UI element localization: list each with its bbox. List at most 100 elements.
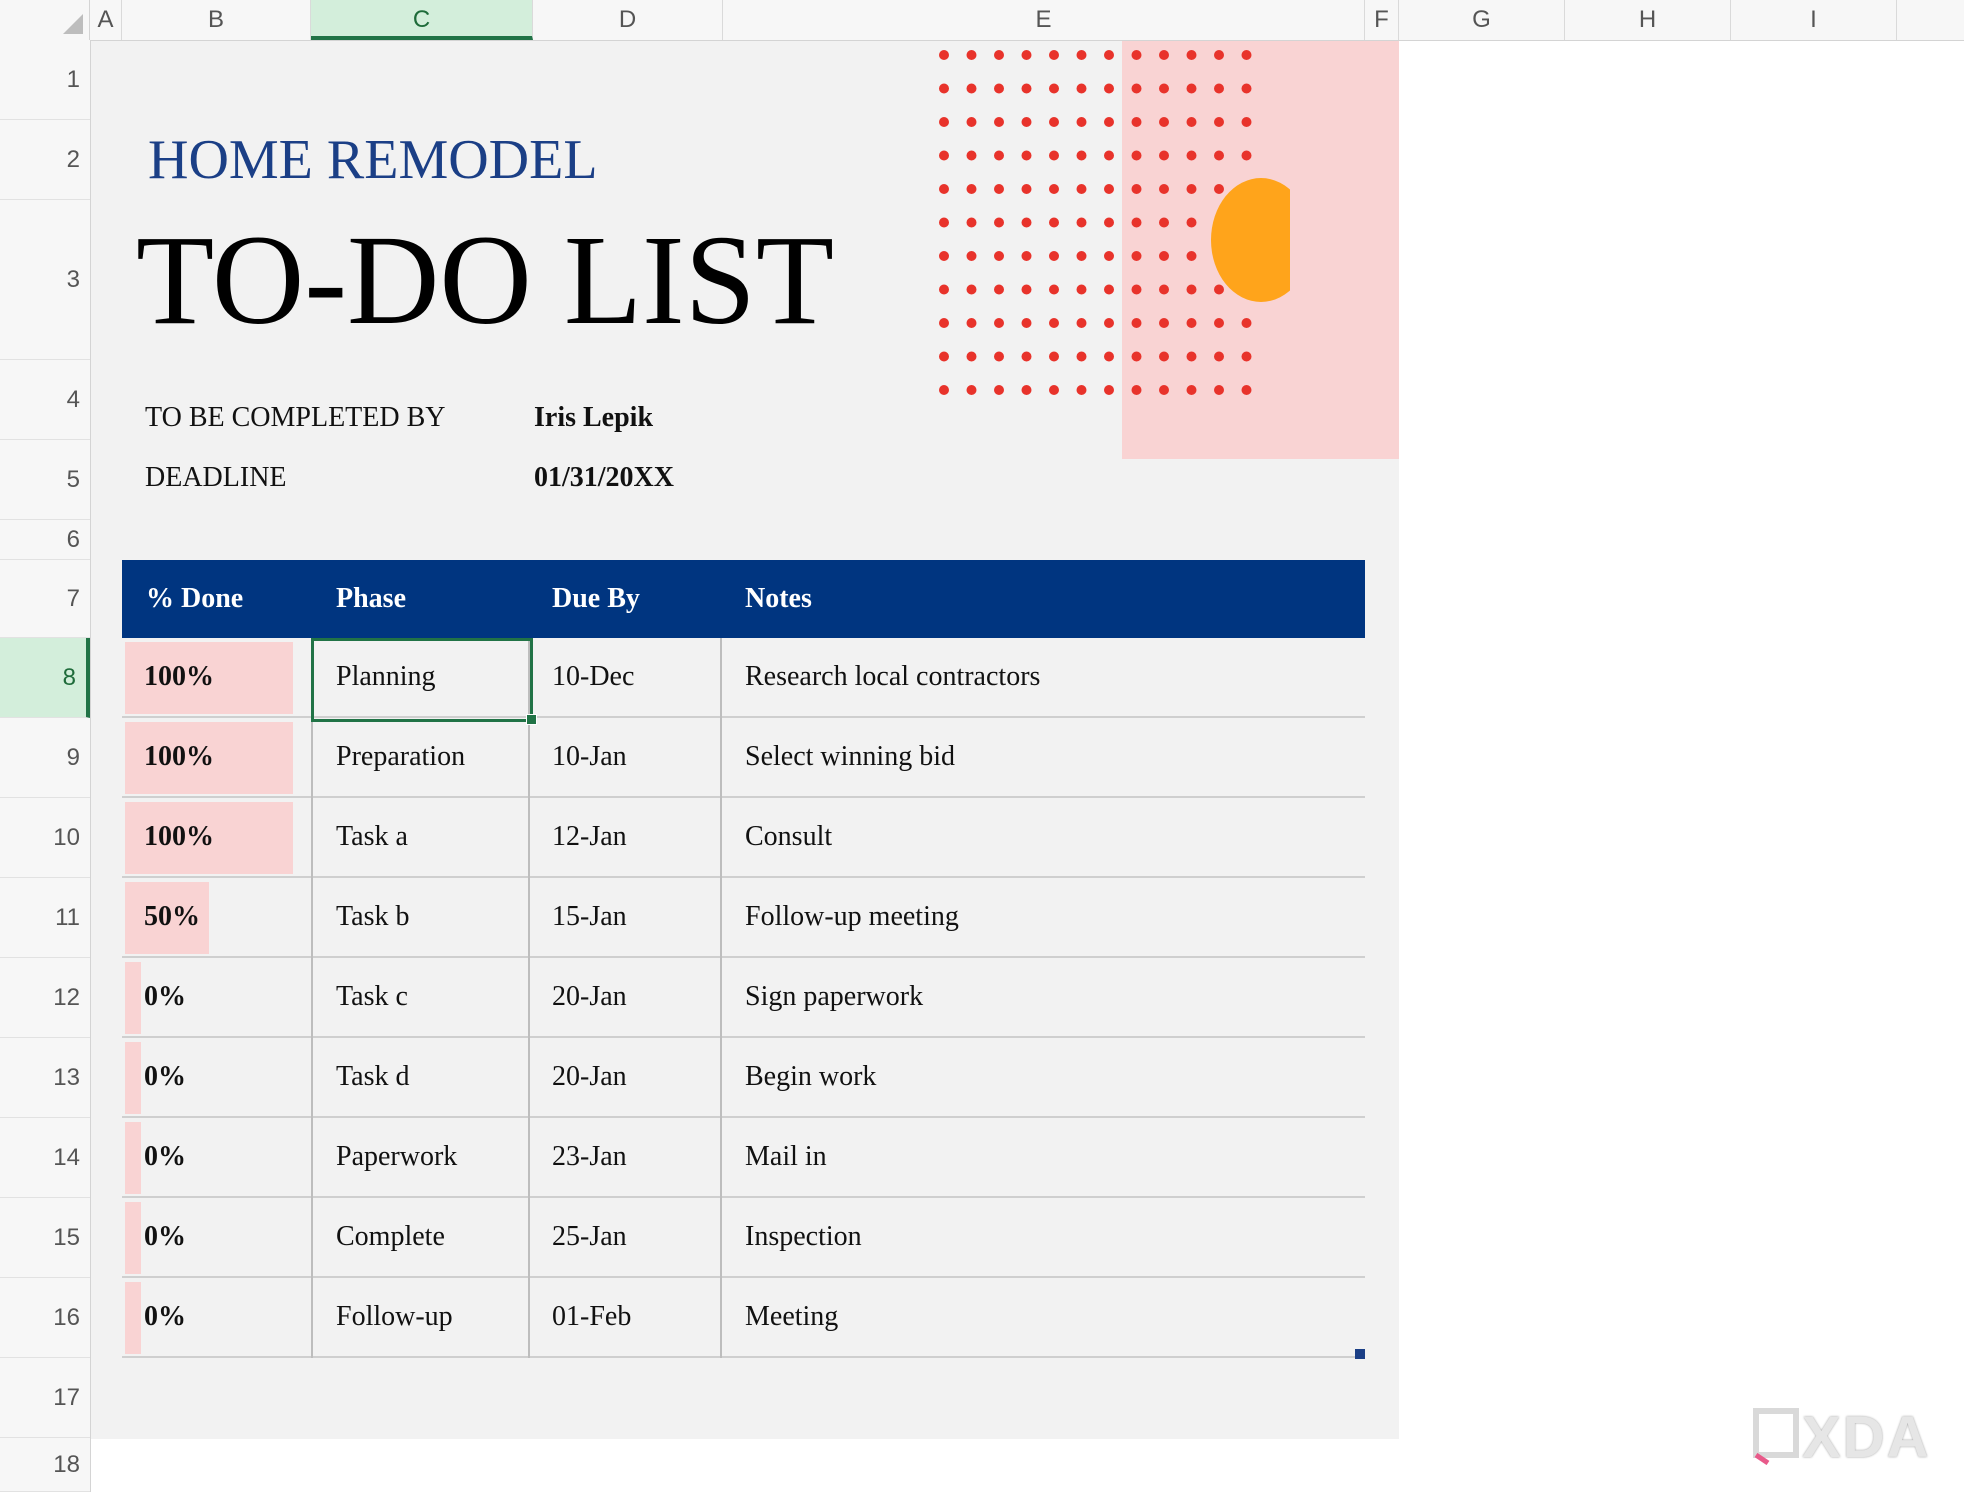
row-header-3[interactable]: 3 xyxy=(0,200,90,360)
decorative-dot xyxy=(1187,352,1197,362)
phase-cell[interactable]: Task b xyxy=(336,878,409,956)
decorative-dot xyxy=(1022,385,1032,395)
decorative-dot xyxy=(1104,352,1114,362)
percent-done-cell[interactable]: 100% xyxy=(144,798,214,876)
due-by-cell[interactable]: 20-Jan xyxy=(552,1038,627,1116)
decorative-dot xyxy=(1242,50,1252,60)
notes-cell[interactable]: Research local contractors xyxy=(745,638,1040,716)
row-header-12[interactable]: 12 xyxy=(0,958,90,1038)
percent-done-cell[interactable]: 100% xyxy=(144,638,214,716)
column-header-f[interactable]: F xyxy=(1365,0,1399,40)
notes-cell[interactable]: Meeting xyxy=(745,1278,838,1356)
percent-done-cell[interactable]: 0% xyxy=(144,1198,186,1276)
decorative-dot xyxy=(1214,84,1224,94)
header-due-by[interactable]: Due By xyxy=(552,560,640,638)
decorative-dot xyxy=(1187,251,1197,261)
row-header-5[interactable]: 5 xyxy=(0,440,90,520)
column-header-c[interactable]: C xyxy=(311,0,533,40)
notes-cell[interactable]: Inspection xyxy=(745,1198,862,1276)
row-header-10[interactable]: 10 xyxy=(0,798,90,878)
due-by-cell[interactable]: 25-Jan xyxy=(552,1198,627,1276)
deadline-value[interactable]: 01/31/20XX xyxy=(534,462,674,494)
decorative-dot xyxy=(1077,218,1087,228)
column-header-h[interactable]: H xyxy=(1565,0,1731,40)
row-header-14[interactable]: 14 xyxy=(0,1118,90,1198)
column-header-e[interactable]: E xyxy=(723,0,1365,40)
notes-cell[interactable]: Sign paperwork xyxy=(745,958,923,1036)
decorative-dot xyxy=(1049,218,1059,228)
due-by-cell[interactable]: 10-Jan xyxy=(552,718,627,796)
percent-done-cell[interactable]: 0% xyxy=(144,1118,186,1196)
decorative-dot xyxy=(1159,50,1169,60)
decorative-dot xyxy=(994,117,1004,127)
header-notes[interactable]: Notes xyxy=(745,560,812,638)
decorative-dot xyxy=(1022,151,1032,161)
phase-cell[interactable]: Follow-up xyxy=(336,1278,453,1356)
row-header-16[interactable]: 16 xyxy=(0,1278,90,1358)
decorative-dot xyxy=(1022,218,1032,228)
notes-cell[interactable]: Select winning bid xyxy=(745,718,955,796)
phase-cell[interactable]: Task d xyxy=(336,1038,409,1116)
fill-handle[interactable] xyxy=(526,714,537,725)
decorative-dot xyxy=(967,318,977,328)
due-by-cell[interactable]: 20-Jan xyxy=(552,958,627,1036)
row-header-6[interactable]: 6 xyxy=(0,520,90,560)
column-header-g[interactable]: G xyxy=(1399,0,1565,40)
decorative-dot xyxy=(1214,352,1224,362)
decorative-dot xyxy=(994,318,1004,328)
row-header-1[interactable]: 1 xyxy=(0,40,90,120)
decorative-dot xyxy=(967,84,977,94)
due-by-cell[interactable]: 23-Jan xyxy=(552,1118,627,1196)
xda-watermark-logo: XDA xyxy=(1752,1404,1930,1471)
row-header-18[interactable]: 18 xyxy=(0,1438,90,1492)
row-header-7[interactable]: 7 xyxy=(0,560,90,638)
decorative-dot xyxy=(939,352,949,362)
row-header-9[interactable]: 9 xyxy=(0,718,90,798)
row-header-15[interactable]: 15 xyxy=(0,1198,90,1278)
notes-cell[interactable]: Begin work xyxy=(745,1038,876,1116)
active-cell-selection[interactable] xyxy=(311,638,533,722)
phase-cell[interactable]: Paperwork xyxy=(336,1118,457,1196)
row-header-8[interactable]: 8 xyxy=(0,638,90,718)
row-header-4[interactable]: 4 xyxy=(0,360,90,440)
decorative-dot xyxy=(994,184,1004,194)
row-header-11[interactable]: 11 xyxy=(0,878,90,958)
notes-cell[interactable]: Consult xyxy=(745,798,832,876)
due-by-cell[interactable]: 10-Dec xyxy=(552,638,634,716)
progress-bar-fill xyxy=(125,962,141,1034)
decorative-dot xyxy=(1187,285,1197,295)
decorative-dot xyxy=(1104,251,1114,261)
column-header-i[interactable]: I xyxy=(1731,0,1897,40)
percent-done-cell[interactable]: 100% xyxy=(144,718,214,796)
column-header-b[interactable]: B xyxy=(122,0,311,40)
percent-done-cell[interactable]: 0% xyxy=(144,1278,186,1356)
phase-cell[interactable]: Task c xyxy=(336,958,408,1036)
select-all-button[interactable] xyxy=(0,0,90,40)
notes-cell[interactable]: Follow-up meeting xyxy=(745,878,959,956)
decorative-dot xyxy=(967,117,977,127)
completed-by-label: TO BE COMPLETED BY xyxy=(145,402,446,434)
phase-cell[interactable]: Preparation xyxy=(336,718,465,796)
header-percent-done[interactable]: % Done xyxy=(146,560,243,638)
decorative-dot xyxy=(967,184,977,194)
decorative-dot xyxy=(1077,352,1087,362)
due-by-cell[interactable]: 12-Jan xyxy=(552,798,627,876)
row-header-2[interactable]: 2 xyxy=(0,120,90,200)
column-header-a[interactable]: A xyxy=(90,0,122,40)
percent-done-cell[interactable]: 0% xyxy=(144,958,186,1036)
table-resize-handle[interactable] xyxy=(1355,1349,1365,1359)
completed-by-value[interactable]: Iris Lepik xyxy=(534,402,653,434)
row-header-17[interactable]: 17 xyxy=(0,1358,90,1438)
due-by-cell[interactable]: 15-Jan xyxy=(552,878,627,956)
header-phase[interactable]: Phase xyxy=(336,560,406,638)
decorative-dot xyxy=(1022,251,1032,261)
phase-cell[interactable]: Complete xyxy=(336,1198,445,1276)
phase-cell[interactable]: Task a xyxy=(336,798,408,876)
due-by-cell[interactable]: 01-Feb xyxy=(552,1278,631,1356)
decorative-dot xyxy=(1214,151,1224,161)
percent-done-cell[interactable]: 50% xyxy=(144,878,200,956)
row-header-13[interactable]: 13 xyxy=(0,1038,90,1118)
percent-done-cell[interactable]: 0% xyxy=(144,1038,186,1116)
column-header-d[interactable]: D xyxy=(533,0,723,40)
notes-cell[interactable]: Mail in xyxy=(745,1118,827,1196)
